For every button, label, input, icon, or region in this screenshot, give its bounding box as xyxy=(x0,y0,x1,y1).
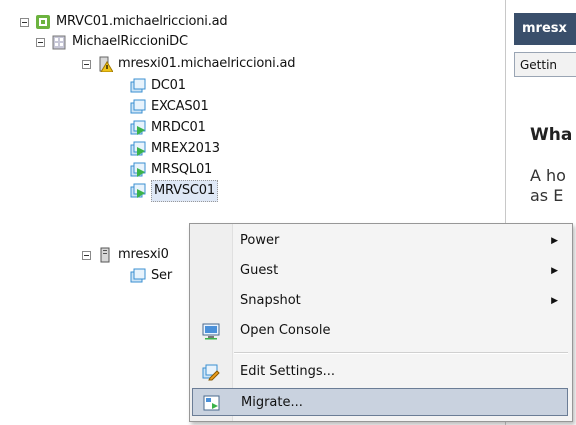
host2-label: mresxi0 xyxy=(118,247,169,262)
menu-item-label: Edit Settings... xyxy=(240,364,336,379)
menu-item-snapshot[interactable]: Snapshot ▶ xyxy=(192,287,568,315)
tree-node-vm[interactable]: MREX2013 xyxy=(130,139,220,159)
vm-powered-on-icon xyxy=(130,162,146,177)
menu-item-label: Migrate... xyxy=(241,395,303,410)
context-menu: Power ▶ Guest ▶ Snapshot ▶ Open Console … xyxy=(189,223,573,422)
tree-node-host1[interactable]: mresxi01.michaelriccioni.ad xyxy=(82,54,296,74)
vm-label: MREX2013 xyxy=(151,141,220,156)
collapse-icon[interactable] xyxy=(20,17,29,27)
host1-label: mresxi01.michaelriccioni.ad xyxy=(118,56,296,71)
menu-item-edit-settings[interactable]: Edit Settings... xyxy=(192,358,568,386)
tree-node-host2[interactable]: mresxi0 xyxy=(82,245,169,265)
tree-node-vm[interactable]: Ser xyxy=(130,266,172,286)
vm-icon xyxy=(130,268,146,283)
vm-powered-on-icon xyxy=(130,183,146,198)
submenu-arrow-icon: ▶ xyxy=(551,236,558,246)
vm-label: EXCAS01 xyxy=(151,99,209,114)
panel-heading: Wha xyxy=(530,125,573,145)
menu-item-label: Guest xyxy=(240,263,279,278)
vm-label: MRSQL01 xyxy=(151,162,213,177)
console-icon xyxy=(202,323,220,340)
panel-header: mresx xyxy=(514,13,576,45)
tree-node-vm-selected[interactable]: MRVSC01 xyxy=(130,180,218,202)
menu-item-open-console[interactable]: Open Console xyxy=(192,317,568,345)
menu-item-label: Open Console xyxy=(240,323,331,338)
menu-item-guest[interactable]: Guest ▶ xyxy=(192,257,568,285)
tree-node-vm[interactable]: DC01 xyxy=(130,76,186,96)
menu-item-power[interactable]: Power ▶ xyxy=(192,227,568,255)
submenu-arrow-icon: ▶ xyxy=(551,296,558,306)
tab-getting-started[interactable]: Gettin xyxy=(514,52,576,76)
tree-node-datacenter[interactable]: MichaelRiccioniDC xyxy=(36,32,188,52)
collapse-icon[interactable] xyxy=(36,37,45,47)
collapse-icon[interactable] xyxy=(82,59,91,69)
menu-separator xyxy=(234,352,568,354)
tree-node-vm[interactable]: EXCAS01 xyxy=(130,97,209,117)
menu-item-migrate[interactable]: Migrate... xyxy=(192,388,568,416)
vm-powered-on-icon xyxy=(130,120,146,135)
tree-node-vm[interactable]: MRSQL01 xyxy=(130,160,212,180)
menu-item-label: Power xyxy=(240,233,280,248)
submenu-arrow-icon: ▶ xyxy=(551,266,558,276)
tree-node-vcenter[interactable]: MRVC01.michaelriccioni.ad xyxy=(20,12,228,32)
tree-node-vm[interactable]: MRDC01 xyxy=(130,118,206,138)
panel-text-line: as E xyxy=(530,186,564,205)
datacenter-label: MichaelRiccioniDC xyxy=(72,34,188,49)
host-icon xyxy=(100,247,110,263)
panel-tabs: Gettin xyxy=(514,52,576,77)
menu-item-label: Snapshot xyxy=(240,293,301,308)
vm-powered-on-icon xyxy=(130,141,146,156)
vm-label: MRVSC01 xyxy=(151,180,218,202)
vm-icon xyxy=(130,78,146,93)
datacenter-icon xyxy=(52,35,66,50)
migrate-icon xyxy=(203,395,220,411)
vm-label: DC01 xyxy=(151,78,186,93)
edit-settings-icon xyxy=(202,364,220,381)
host-warning-icon xyxy=(99,56,113,72)
vm-icon xyxy=(130,99,146,114)
vm-label: Ser xyxy=(151,268,172,283)
vcenter-icon xyxy=(36,15,50,29)
panel-text-line: A ho xyxy=(530,166,566,185)
vm-label: MRDC01 xyxy=(151,120,206,135)
vcenter-label: MRVC01.michaelriccioni.ad xyxy=(56,14,228,29)
collapse-icon[interactable] xyxy=(82,250,91,260)
